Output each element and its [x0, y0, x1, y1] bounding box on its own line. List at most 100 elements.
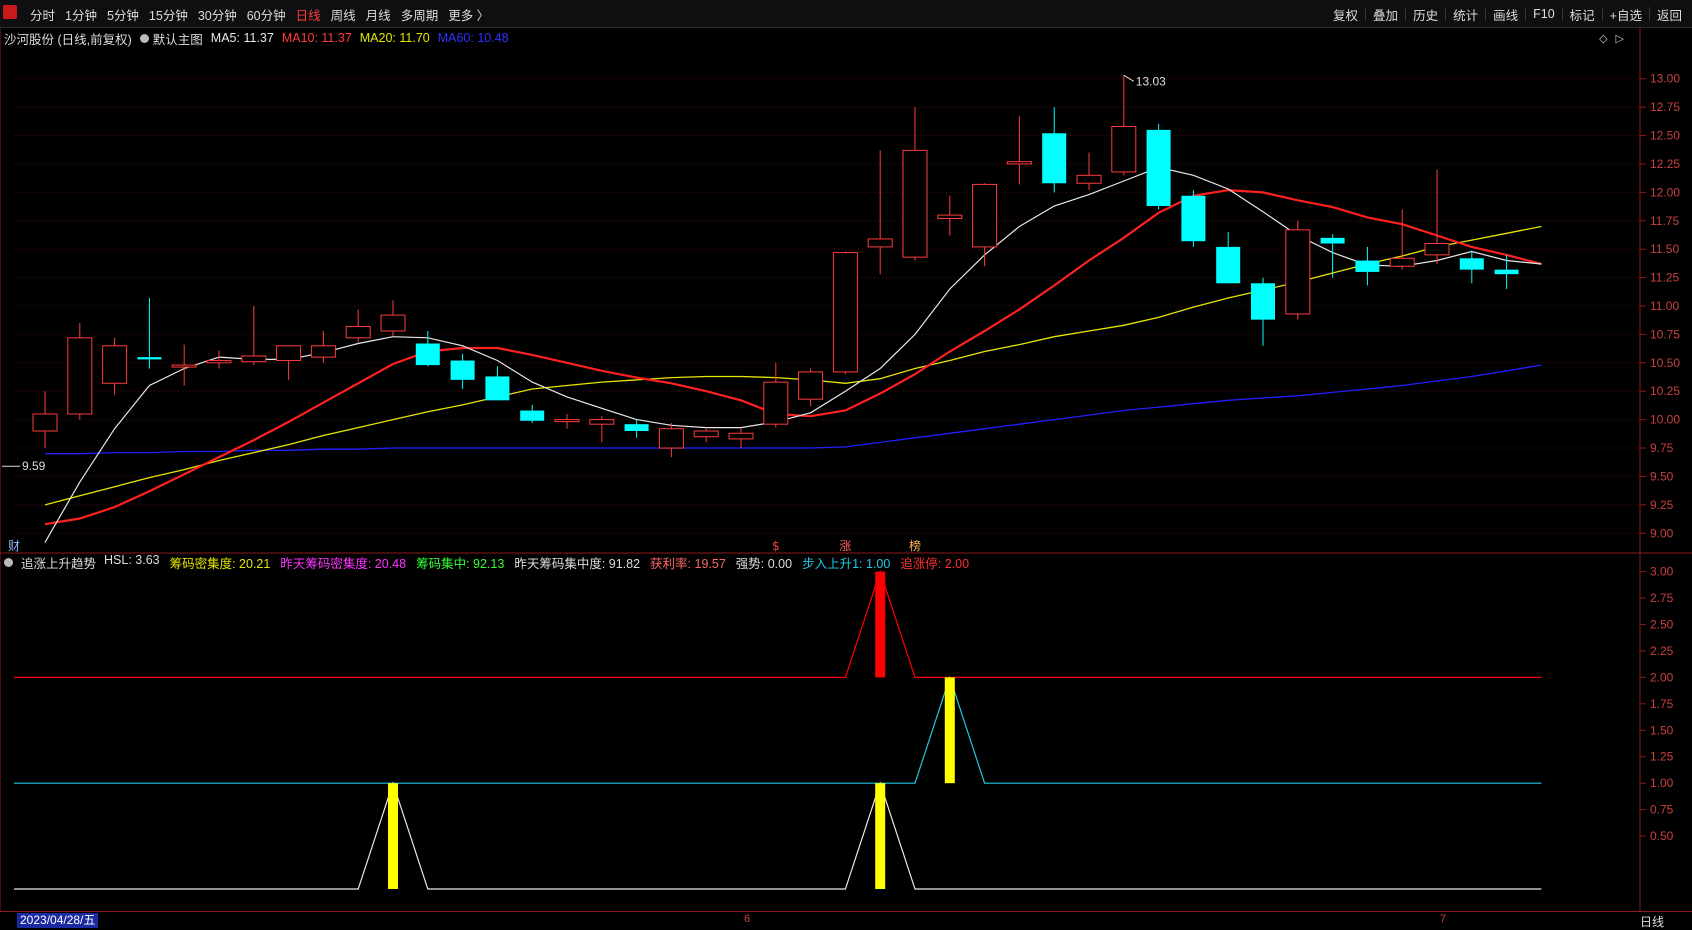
- main-tick-label-15: 12.75: [1650, 100, 1680, 114]
- main-tick-label-3: 9.75: [1650, 441, 1674, 455]
- main-tick-label-8: 11.00: [1650, 299, 1679, 313]
- candle-body-38: [1355, 260, 1380, 272]
- candle-body-18: [658, 428, 684, 449]
- marker-cai: 财: [8, 539, 20, 553]
- sub-tick-label-7: 2.25: [1650, 644, 1674, 658]
- month-tick-6: 6: [744, 913, 751, 925]
- candle-body-15: [554, 419, 580, 423]
- ma5-line: [44, 166, 1542, 543]
- sub-tick-label-10: 3.00: [1650, 565, 1674, 579]
- tab-1min[interactable]: 1分钟: [61, 5, 101, 24]
- candle-body-2: [102, 345, 128, 384]
- app-logo-icon[interactable]: [3, 5, 17, 19]
- tab-15min[interactable]: 15分钟: [145, 5, 192, 24]
- candle-body-22: [798, 371, 824, 400]
- candle-body-5: [206, 360, 232, 364]
- history-button[interactable]: 历史: [1407, 5, 1444, 24]
- sub-line-0: [14, 569, 1542, 679]
- candle-body-25: [902, 149, 928, 258]
- candle-body-41: [1459, 258, 1484, 270]
- sub-line-2: [14, 781, 1542, 890]
- candle-body-33: [1181, 195, 1206, 242]
- tab-60min[interactable]: 60分钟: [243, 5, 290, 24]
- tab-more[interactable]: 更多 〉: [444, 5, 493, 24]
- candle-body-32: [1146, 129, 1171, 206]
- tab-monthly[interactable]: 月线: [362, 5, 395, 24]
- main-tick-label-2: 9.50: [1650, 469, 1674, 483]
- candle-body-21: [763, 381, 789, 425]
- tab-weekly[interactable]: 周线: [327, 5, 360, 24]
- tool-buttons: 复权 叠加 历史 统计 画线 F10 标记 +自选 返回: [1327, 0, 1688, 28]
- main-tick-label-1: 9.25: [1650, 498, 1674, 512]
- sub-bar-2-10: [388, 783, 398, 889]
- high-price-label: 13.03: [1136, 74, 1166, 88]
- tab-multi-period[interactable]: 多周期: [397, 5, 443, 24]
- candle-body-9: [345, 325, 371, 339]
- tab-intraday[interactable]: 分时: [26, 5, 59, 24]
- adjust-button[interactable]: 复权: [1327, 5, 1364, 24]
- candle-body-3: [137, 357, 162, 360]
- candle-body-31: [1111, 125, 1137, 173]
- candle-body-19: [693, 430, 719, 438]
- candle-body-34: [1216, 246, 1241, 284]
- stats-button[interactable]: 统计: [1447, 5, 1484, 24]
- sub-tick-label-0: 0.50: [1650, 829, 1674, 843]
- candle-body-4: [171, 364, 197, 368]
- period-tabs: 分时 1分钟 5分钟 15分钟 30分钟 60分钟 日线 周线 月线 多周期 更…: [26, 0, 493, 28]
- candle-body-29: [1042, 133, 1067, 184]
- chart-area[interactable]: 9.00 9.25 9.50 9.75 10.00 10.25 10.50 10.75 11.0…: [0, 28, 1692, 911]
- add-watchlist-button[interactable]: +自选: [1604, 5, 1648, 24]
- candle-body-11: [415, 343, 440, 366]
- candle-body-24: [867, 238, 893, 248]
- low-price-label: 9.59: [22, 459, 46, 473]
- mark-button[interactable]: 标记: [1564, 5, 1601, 24]
- candle-body-26: [937, 214, 963, 220]
- tab-daily[interactable]: 日线: [292, 5, 325, 24]
- draw-line-button[interactable]: 画线: [1487, 5, 1524, 24]
- main-tick-label-10: 11.50: [1650, 242, 1679, 256]
- back-button[interactable]: 返回: [1651, 5, 1688, 24]
- period-indicator[interactable]: 日线: [1640, 913, 1664, 930]
- candle-body-37: [1320, 237, 1345, 244]
- month-tick-7: 7: [1440, 913, 1447, 925]
- main-tick-label-9: 11.25: [1650, 271, 1679, 285]
- main-tick-label-16: 13.00: [1650, 72, 1680, 86]
- sub-tick-label-8: 2.50: [1650, 617, 1674, 631]
- main-tick-label-0: 9.00: [1650, 526, 1674, 540]
- toolbar: 分时 1分钟 5分钟 15分钟 30分钟 60分钟 日线 周线 月线 多周期 更…: [0, 0, 1692, 28]
- candle-body-20: [728, 432, 754, 440]
- candle-body-27: [972, 183, 998, 248]
- f10-button[interactable]: F10: [1527, 7, 1561, 21]
- candle-body-28: [1006, 161, 1032, 165]
- marker-s: $: [772, 539, 780, 553]
- candle-body-13: [485, 376, 510, 401]
- sub-tick-label-4: 1.50: [1650, 723, 1674, 737]
- candle-body-39: [1389, 257, 1415, 267]
- sub-bar-2-24: [875, 783, 886, 889]
- tab-5min[interactable]: 5分钟: [103, 5, 143, 24]
- candle-body-23: [832, 252, 858, 373]
- main-tick-label-5: 10.25: [1650, 384, 1680, 398]
- tab-30min[interactable]: 30分钟: [194, 5, 241, 24]
- ma10-line: [44, 188, 1542, 526]
- candle-body-6: [241, 355, 267, 363]
- candle-body-10: [380, 314, 406, 332]
- candle-body-35: [1251, 283, 1275, 320]
- candle-body-30: [1076, 174, 1102, 184]
- candle-body-36: [1285, 229, 1311, 315]
- main-tick-label-7: 10.75: [1650, 327, 1680, 341]
- candle-body-14: [520, 410, 545, 421]
- candle-body-8: [310, 345, 336, 358]
- main-tick-label-6: 10.50: [1650, 356, 1680, 370]
- overlay-button[interactable]: 叠加: [1367, 5, 1404, 24]
- sub-tick-label-6: 2.00: [1650, 670, 1674, 684]
- current-date-label: 2023/04/28/五: [17, 913, 99, 928]
- date-bar: 2023/04/28/五 6 7 日线: [0, 911, 1692, 929]
- candle-body-12: [450, 360, 475, 380]
- sub-bar-0-24: [875, 571, 886, 678]
- sub-tick-label-5: 1.75: [1650, 697, 1674, 711]
- sub-tick-label-1: 0.75: [1650, 803, 1674, 817]
- sub-tick-label-2: 1.00: [1650, 776, 1674, 790]
- main-tick-label-12: 12.00: [1650, 185, 1680, 199]
- candle-body-17: [624, 424, 649, 431]
